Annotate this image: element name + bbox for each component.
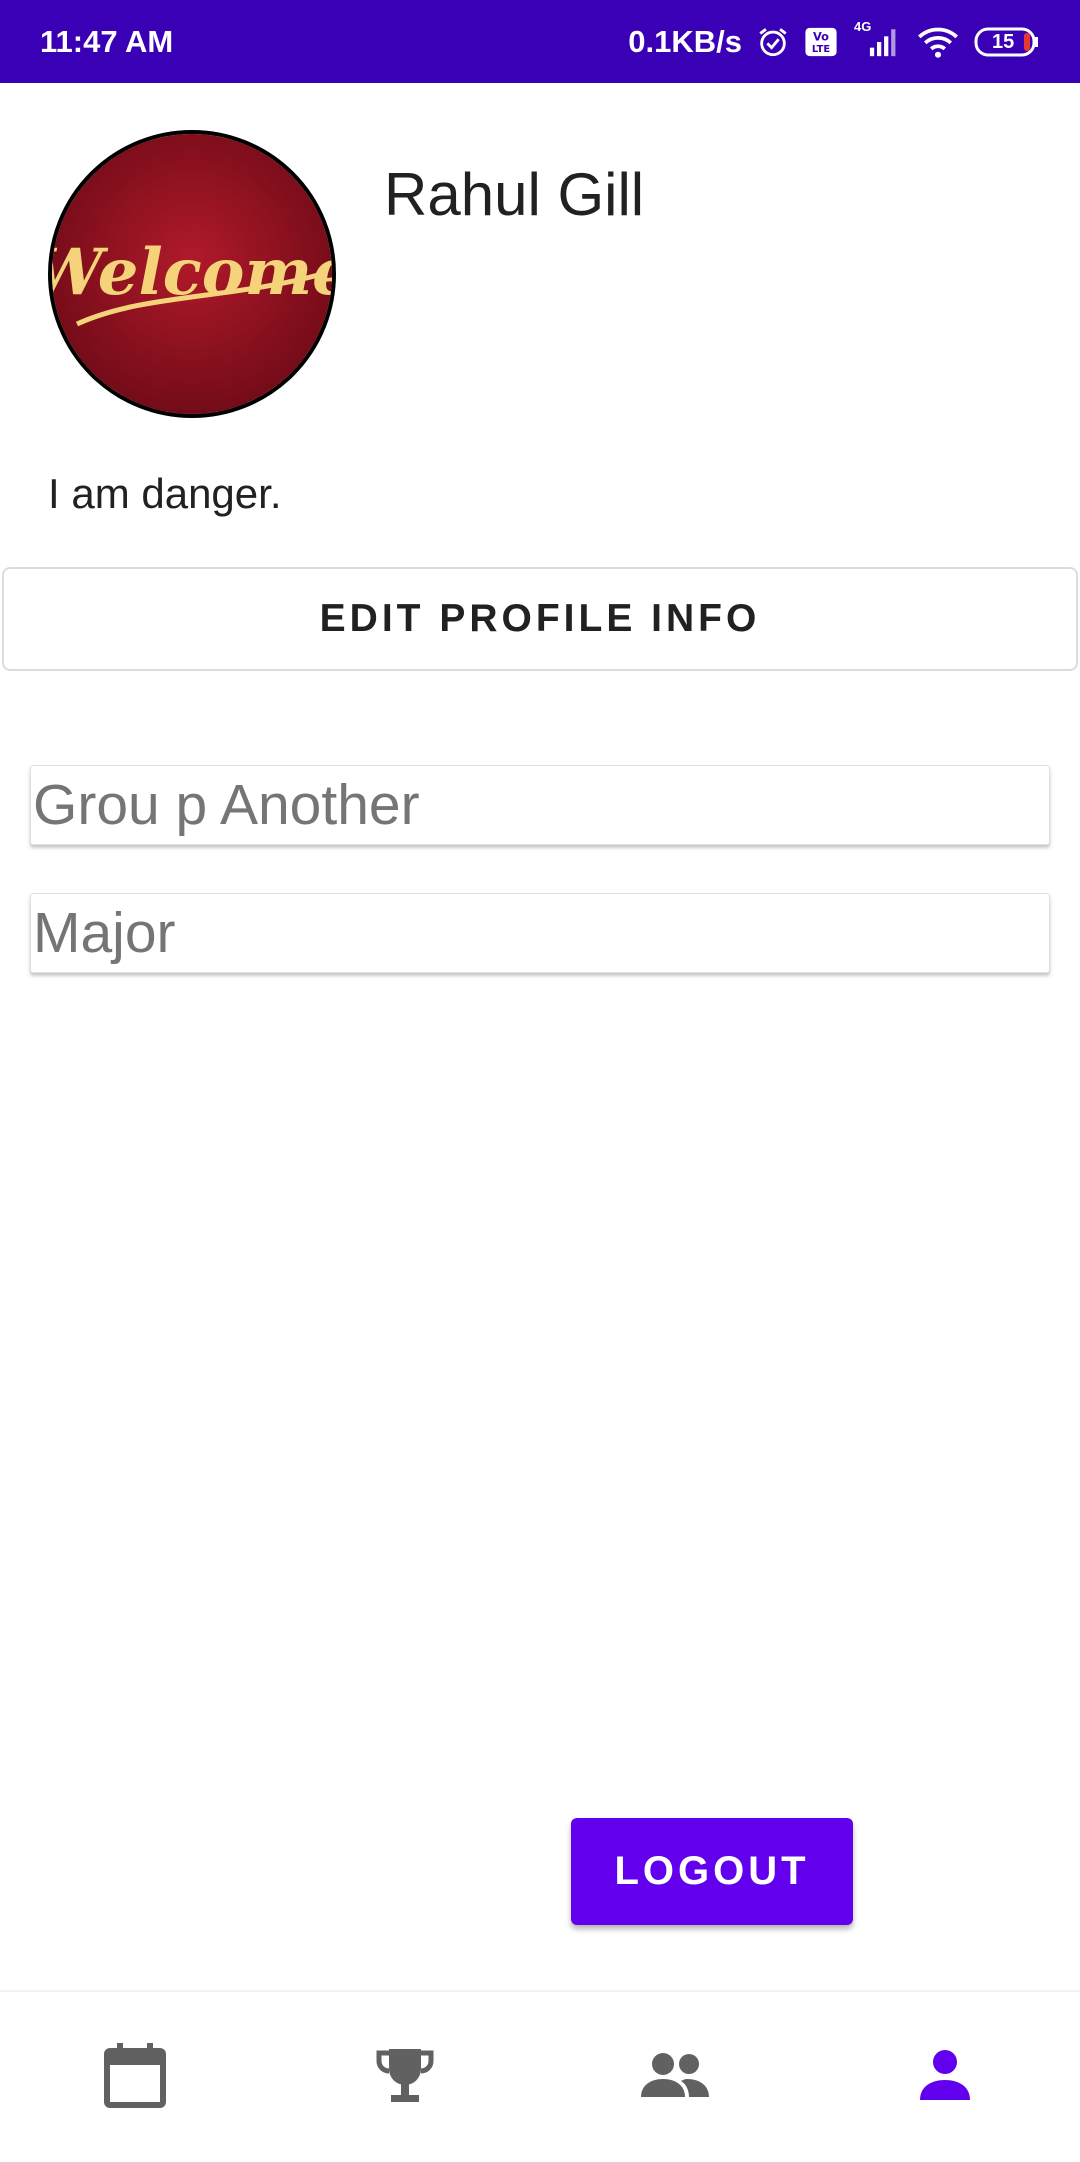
avatar-welcome-text: Welcome	[52, 235, 332, 310]
nav-item-profile[interactable]	[810, 1992, 1080, 2162]
network-type: 4G	[854, 18, 872, 34]
edit-profile-button[interactable]: EDIT PROFILE INFO	[2, 567, 1078, 671]
status-time: 11:47 AM	[40, 23, 174, 59]
logout-button[interactable]: LOGOUT	[571, 1818, 853, 1925]
nav-item-group[interactable]	[540, 1992, 810, 2162]
nav-item-trophy[interactable]	[270, 1992, 540, 2162]
trophy-icon	[375, 2045, 435, 2110]
major-input[interactable]	[31, 894, 1049, 972]
group-input[interactable]	[31, 766, 1049, 844]
calendar-icon	[103, 2041, 167, 2114]
volte-icon: Vo LTE	[804, 25, 838, 59]
battery-icon: 15	[974, 26, 1040, 58]
signal-icon: 4G	[852, 19, 902, 59]
status-bar: 11:47 AM 0.1KB/s Vo LTE 4G 15	[0, 0, 1080, 83]
profile-name: Rahul Gill	[384, 161, 645, 228]
wifi-icon	[916, 25, 960, 59]
profile-bio: I am danger.	[48, 470, 282, 517]
group-field[interactable]	[30, 765, 1050, 845]
bottom-navigation	[0, 1990, 1080, 2162]
nav-item-calendar[interactable]	[0, 1992, 270, 2162]
avatar[interactable]: Welcome	[48, 130, 336, 418]
status-indicators: 0.1KB/s Vo LTE 4G 15	[628, 19, 1040, 60]
group-icon	[639, 2051, 711, 2104]
person-icon	[918, 2048, 972, 2107]
major-field[interactable]	[30, 893, 1050, 973]
svg-text:Vo: Vo	[813, 29, 829, 43]
network-speed: 0.1KB/s	[628, 23, 742, 59]
battery-level: 15	[992, 30, 1015, 53]
alarm-icon	[756, 25, 790, 59]
svg-text:LTE: LTE	[812, 43, 830, 54]
